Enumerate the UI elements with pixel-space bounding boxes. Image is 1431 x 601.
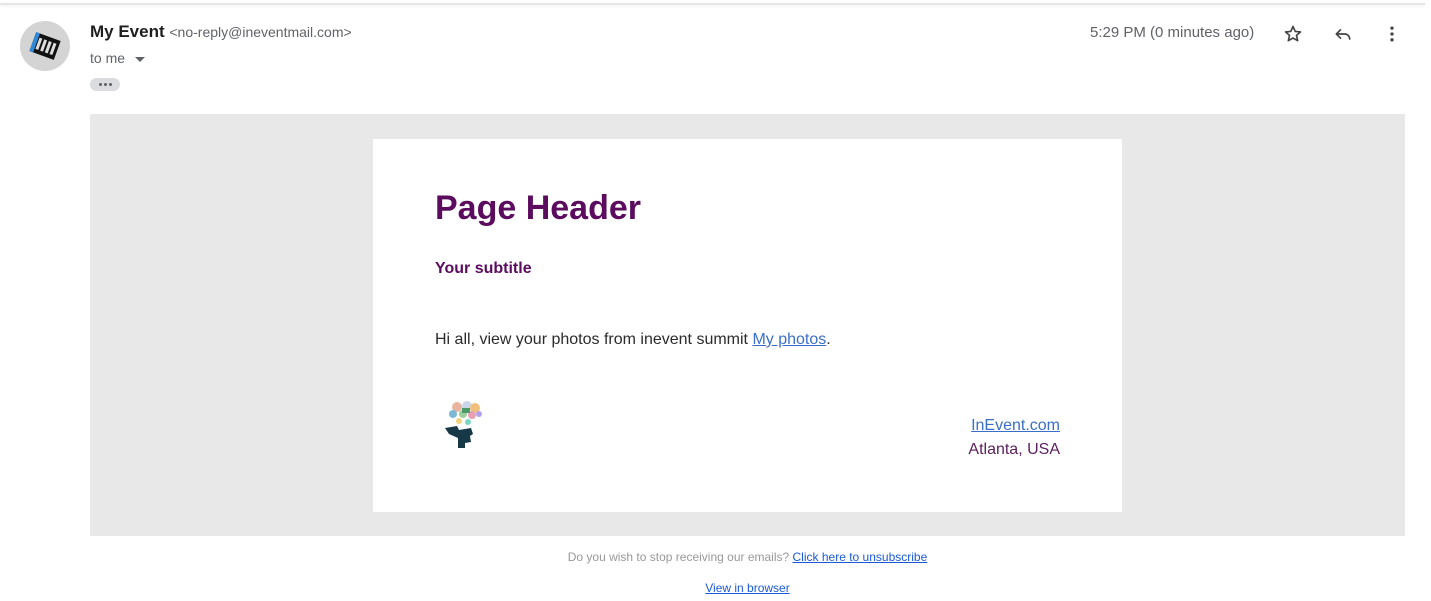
recipient-label: to me bbox=[90, 50, 126, 66]
unsubscribe-line: Do you wish to stop receiving our emails… bbox=[0, 550, 1431, 564]
my-photos-link[interactable]: My photos bbox=[752, 331, 826, 348]
top-divider bbox=[0, 3, 1425, 5]
inevent-website-link[interactable]: InEvent.com bbox=[968, 417, 1060, 435]
sender-email: <no-reply@ineventmail.com> bbox=[169, 24, 352, 40]
caret-down-icon bbox=[135, 56, 146, 62]
more-vert-icon bbox=[1390, 26, 1394, 42]
event-logo bbox=[435, 394, 497, 456]
body-text: Hi all, view your photos from inevent su… bbox=[435, 331, 753, 348]
email-timestamp: 5:29 PM (0 minutes ago) bbox=[1090, 24, 1255, 41]
footer-contact: InEvent.com Atlanta, USA bbox=[968, 417, 1060, 459]
view-in-browser-link[interactable]: View in browser bbox=[705, 581, 789, 595]
star-button[interactable] bbox=[1279, 20, 1307, 48]
inevent-logo-icon bbox=[29, 32, 61, 60]
dot-icon bbox=[103, 83, 107, 86]
recipient-details-toggle[interactable]: to me bbox=[90, 50, 146, 66]
email-card: Page Header Your subtitle Hi all, view y… bbox=[373, 139, 1122, 512]
star-icon bbox=[1284, 25, 1302, 42]
reply-icon bbox=[1335, 29, 1351, 40]
location-text: Atlanta, USA bbox=[968, 441, 1060, 458]
body-paragraph: Hi all, view your photos from inevent su… bbox=[435, 331, 831, 349]
sender-name[interactable]: My Event bbox=[90, 22, 165, 41]
dot-icon bbox=[108, 83, 112, 86]
page-header: Page Header bbox=[435, 189, 641, 227]
head-heart-icon bbox=[445, 401, 482, 448]
unsubscribe-link[interactable]: Click here to unsubscribe bbox=[793, 550, 928, 564]
reply-button[interactable] bbox=[1329, 20, 1357, 48]
show-trimmed-content-button[interactable] bbox=[90, 78, 120, 91]
view-in-browser-line: View in browser bbox=[0, 581, 1431, 595]
body-punctuation: . bbox=[826, 331, 831, 348]
unsubscribe-question: Do you wish to stop receiving our emails… bbox=[567, 550, 793, 564]
sender-line: My Event <no-reply@ineventmail.com> bbox=[90, 22, 352, 42]
sender-avatar[interactable] bbox=[20, 21, 70, 71]
dot-icon bbox=[98, 83, 102, 86]
subtitle: Your subtitle bbox=[435, 260, 532, 277]
more-options-button[interactable] bbox=[1378, 20, 1406, 48]
